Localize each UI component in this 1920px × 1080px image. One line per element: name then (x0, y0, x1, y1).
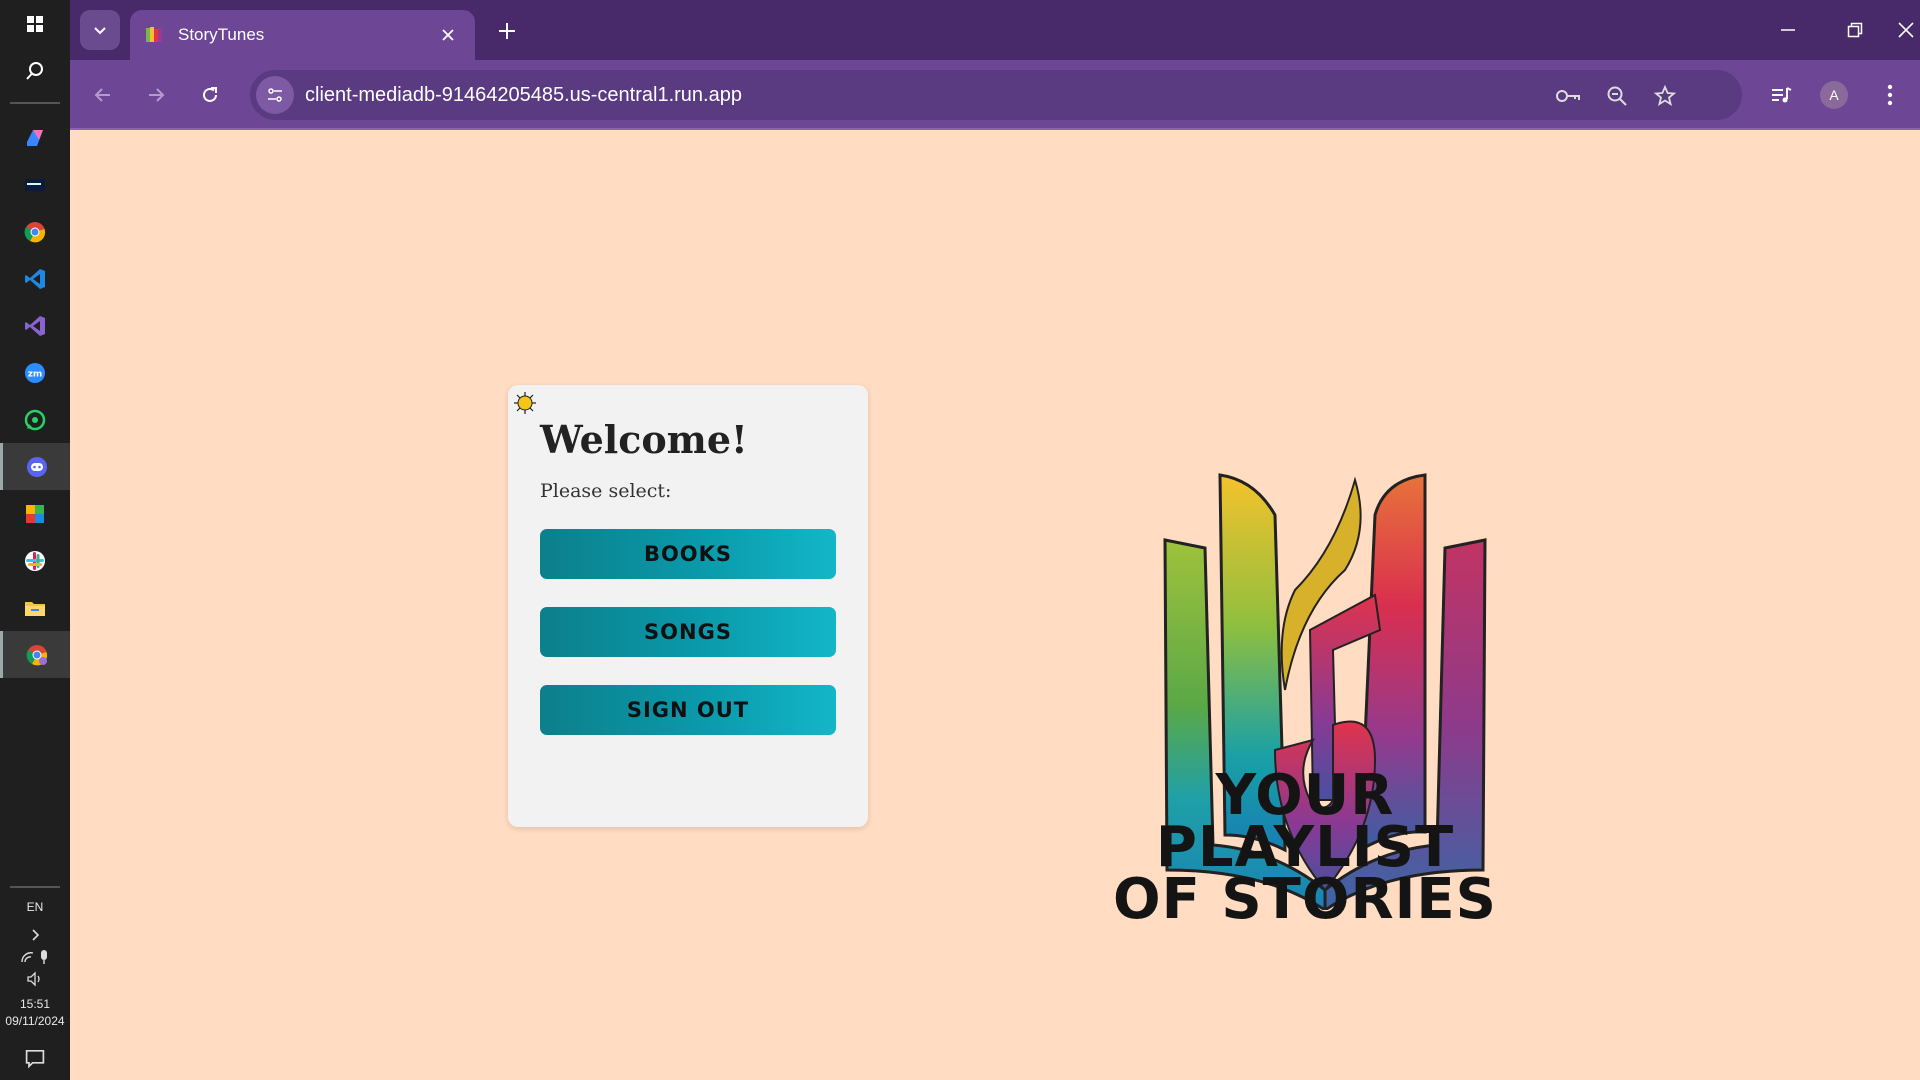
key-icon (1556, 90, 1580, 102)
vscode-icon (25, 268, 45, 289)
notifications-button[interactable] (0, 1036, 70, 1080)
media-queue-icon (1772, 87, 1792, 103)
media-controls-button[interactable] (1762, 76, 1800, 114)
restore-button[interactable] (1825, 8, 1885, 52)
songs-button[interactable]: SONGS (540, 607, 836, 657)
taskbar: zm EN 15:51 09/11/2024 (0, 0, 70, 1080)
welcome-card: Welcome! Please select: BOOKS SONGS SIGN… (508, 385, 868, 827)
notification-icon (25, 1049, 45, 1069)
taskbar-search-button[interactable] (0, 47, 70, 94)
tagline-line-1: YOUR PLAYLIST (1155, 763, 1455, 880)
browser-window: StoryTunes client-mediadb-91464205485.us… (70, 0, 1920, 1080)
copilot-icon (27, 129, 43, 146)
taskbar-app-vscode[interactable] (0, 255, 70, 302)
back-button[interactable] (84, 76, 122, 114)
paint-icon (26, 504, 44, 523)
zoom-icon: zm (25, 362, 45, 383)
tab-search-button[interactable] (80, 10, 120, 50)
windows-start-button[interactable] (0, 0, 70, 47)
new-tab-button[interactable] (490, 14, 524, 48)
microphone-icon (41, 950, 47, 964)
system-tray: EN 15:51 09/11/2024 (0, 886, 70, 1080)
minimize-icon (1781, 29, 1795, 31)
chevron-down-icon (94, 27, 106, 35)
welcome-heading: Welcome! (540, 417, 748, 462)
taskbar-app-zoom[interactable]: zm (0, 349, 70, 396)
language-indicator[interactable]: EN (27, 900, 44, 914)
browser-toolbar: client-mediadb-91464205485.us-central1.r… (70, 60, 1920, 130)
taskbar-app-slack[interactable] (0, 537, 70, 584)
profile-avatar[interactable]: A (1820, 81, 1848, 109)
taskbar-app-chrome[interactable] (0, 208, 70, 255)
star-icon (1654, 85, 1676, 106)
taskbar-app-discord[interactable] (0, 443, 70, 490)
taskbar-app-chrome-profile[interactable] (0, 631, 70, 678)
volume-icon (27, 971, 40, 987)
zoom-button[interactable] (1603, 82, 1631, 110)
clock[interactable]: 15:51 09/11/2024 (5, 996, 64, 1030)
taskbar-app-paint[interactable] (0, 490, 70, 537)
books-button[interactable]: BOOKS (540, 529, 836, 579)
browser-menu-button[interactable] (1871, 76, 1909, 114)
taskbar-app-copilot[interactable] (0, 114, 70, 161)
bookmark-button[interactable] (1651, 82, 1679, 110)
site-info-button[interactable] (256, 76, 294, 114)
mymedia-icon (25, 178, 45, 191)
discord-icon (26, 456, 47, 477)
visual-studio-icon (25, 315, 45, 336)
svg-text:zm: zm (28, 369, 43, 379)
show-hidden-icons-button[interactable] (25, 924, 45, 946)
plus-icon (499, 23, 515, 39)
chrome-profile-icon (26, 644, 47, 665)
url-text: client-mediadb-91464205485.us-central1.r… (305, 84, 742, 106)
taskbar-app-whatsapp[interactable] (0, 396, 70, 443)
tab-title: StoryTunes (178, 25, 265, 44)
tab-close-button[interactable] (435, 22, 461, 48)
tagline-line-2: OF STORIES (1112, 867, 1498, 932)
whatsapp-icon (24, 409, 46, 430)
tab-storytunes[interactable]: StoryTunes (130, 10, 475, 60)
windows-icon (27, 15, 43, 32)
tab-strip: StoryTunes (70, 0, 1920, 60)
minimize-button[interactable] (1758, 8, 1818, 52)
more-vertical-icon (1887, 84, 1893, 106)
file-explorer-icon (25, 601, 45, 616)
clock-time: 15:51 (19, 997, 50, 1011)
taskbar-app-mymedia[interactable] (0, 161, 70, 208)
sign-out-button[interactable]: SIGN OUT (540, 685, 836, 735)
taskbar-divider (10, 102, 60, 104)
tray-divider (10, 886, 60, 888)
chevron-right-icon (32, 929, 40, 941)
close-window-button[interactable] (1892, 8, 1920, 52)
forward-button[interactable] (137, 76, 175, 114)
tagline: YOUR PLAYLIST OF STORIES (1060, 763, 1550, 932)
zoom-out-icon (1607, 86, 1627, 106)
password-key-button[interactable] (1554, 82, 1582, 110)
volume-button[interactable] (25, 968, 45, 990)
restore-icon (1847, 22, 1863, 38)
wifi-icon (21, 952, 34, 963)
taskbar-app-visual-studio[interactable] (0, 302, 70, 349)
reload-icon (203, 87, 217, 102)
search-icon (26, 61, 43, 80)
storytunes-favicon-icon (146, 27, 162, 42)
sun-icon[interactable] (513, 391, 537, 415)
select-prompt: Please select: (540, 480, 672, 502)
close-icon (1898, 22, 1914, 38)
tray-network-mic[interactable] (19, 946, 51, 968)
address-bar[interactable]: client-mediadb-91464205485.us-central1.r… (250, 70, 1742, 120)
taskbar-app-file-explorer[interactable] (0, 584, 70, 631)
arrow-right-icon (149, 88, 165, 102)
slack-icon (25, 550, 45, 571)
chrome-icon (24, 221, 46, 242)
tune-icon (268, 88, 282, 102)
arrow-left-icon (94, 88, 110, 102)
clock-date: 09/11/2024 (5, 1014, 65, 1028)
close-icon (442, 29, 454, 41)
page-content: Welcome! Please select: BOOKS SONGS SIGN… (70, 130, 1920, 1080)
reload-button[interactable] (191, 76, 229, 114)
